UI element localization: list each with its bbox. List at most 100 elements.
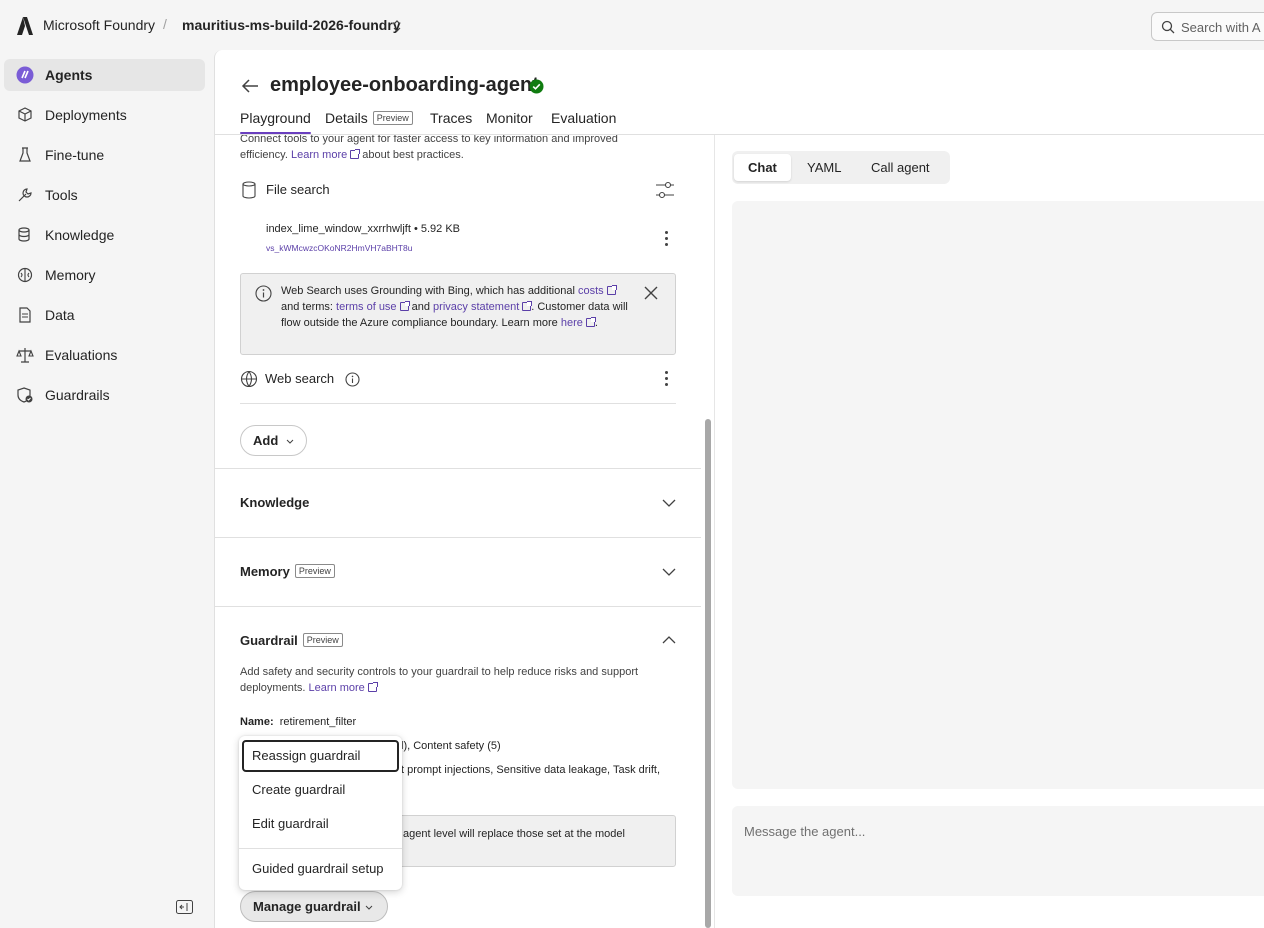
foundry-logo-icon — [17, 17, 33, 35]
close-icon[interactable] — [644, 286, 658, 300]
learn-more-link[interactable]: Learn more — [309, 682, 365, 694]
web-search-title: Web search — [265, 371, 335, 386]
search-icon — [1161, 20, 1175, 34]
preview-badge: Preview — [372, 111, 413, 125]
sidebar-item-label: Guardrails — [45, 387, 110, 403]
file-name: index_lime_window_xxrrhwljft • 5.92 KB — [266, 223, 460, 235]
tab-evaluation[interactable]: Evaluation — [551, 110, 616, 126]
scrollbar-thumb[interactable] — [705, 419, 711, 928]
sidebar-item-fine-tune[interactable]: Fine-tune — [4, 139, 205, 171]
menu-item-create-guardrail[interactable]: Create guardrail — [242, 774, 399, 806]
message-input[interactable]: Message the agent... — [732, 806, 1264, 896]
tab-playground[interactable]: Playground — [240, 110, 311, 134]
preview-badge: Preview — [294, 564, 335, 578]
guardrail-section-title[interactable]: Guardrail Preview — [240, 633, 343, 648]
sidebar-item-evaluations[interactable]: Evaluations — [4, 339, 205, 371]
menu-divider — [239, 848, 402, 849]
chevron-up-icon[interactable] — [662, 635, 676, 644]
file-more-options-icon[interactable] — [663, 231, 669, 247]
globe-icon — [240, 370, 258, 388]
knowledge-section-title[interactable]: Knowledge — [240, 495, 309, 510]
sidebar-item-label: Evaluations — [45, 347, 118, 363]
sidebar-item-data[interactable]: Data — [4, 299, 205, 331]
status-check-icon — [529, 79, 544, 94]
sidebar-item-label: Memory — [45, 267, 96, 283]
file-search-title: File search — [266, 182, 330, 197]
info-icon[interactable] — [345, 372, 360, 387]
project-selector[interactable]: mauritius-ms-build-2026-foundry — [182, 17, 401, 33]
external-link-icon — [585, 317, 596, 327]
sidebar-item-tools[interactable]: Tools — [4, 179, 205, 211]
web-search-more-options-icon[interactable] — [663, 371, 669, 387]
costs-link[interactable]: costs — [578, 285, 604, 297]
flask-icon — [19, 147, 31, 162]
settings-sliders-icon[interactable] — [655, 181, 675, 199]
sidebar-item-deployments[interactable]: Deployments — [4, 99, 205, 131]
guardrail-risks-summary: t prompt injections, Sensitive data leak… — [401, 764, 661, 776]
database-icon — [18, 227, 30, 242]
mode-call-agent[interactable]: Call agent — [858, 154, 948, 181]
mode-yaml[interactable]: YAML — [794, 154, 854, 181]
tab-traces[interactable]: Traces — [430, 110, 472, 126]
sidebar-item-label: Knowledge — [45, 227, 115, 243]
chevron-down-icon — [365, 905, 373, 910]
manage-guardrail-menu: Reassign guardrail Create guardrail Edit… — [239, 736, 402, 890]
sidebar-item-label: Deployments — [45, 107, 127, 123]
memory-section-title[interactable]: Memory Preview — [240, 564, 335, 579]
page-title: employee-onboarding-agent — [270, 74, 539, 96]
divider — [240, 403, 676, 404]
sidebar-item-guardrails[interactable]: Guardrails — [4, 379, 205, 411]
tab-monitor[interactable]: Monitor — [486, 110, 533, 126]
mode-chat[interactable]: Chat — [734, 154, 791, 181]
external-link-icon — [522, 301, 533, 311]
web-search-notice: Web Search uses Grounding with Bing, whi… — [240, 273, 676, 355]
learn-more-link[interactable]: Learn more — [291, 149, 347, 161]
vector-store-id-link[interactable]: vs_kWMcwzcOKoNR2HmVH7aBHT8u — [266, 243, 412, 253]
document-icon — [19, 307, 31, 323]
notice-text: agent level will replace those set at th… — [403, 828, 625, 840]
agents-icon — [16, 66, 34, 84]
sidebar-item-memory[interactable]: Memory — [4, 259, 205, 291]
add-tool-button[interactable]: Add — [240, 425, 307, 456]
collapse-sidebar-icon[interactable] — [176, 900, 193, 914]
sidebar-item-label: Fine-tune — [45, 147, 105, 163]
search-input[interactable]: Search with A — [1151, 12, 1264, 41]
back-arrow-icon[interactable] — [241, 78, 259, 94]
info-icon — [255, 285, 272, 302]
shield-icon — [17, 387, 33, 403]
sidebar-item-label: Data — [45, 307, 75, 323]
breadcrumb-separator: / — [163, 16, 167, 32]
wrench-icon — [18, 188, 32, 202]
external-link-icon — [606, 285, 617, 295]
preview-badge: Preview — [302, 633, 343, 647]
sidebar-item-agents[interactable]: Agents — [4, 59, 205, 91]
external-link-icon — [399, 301, 410, 311]
menu-item-reassign-guardrail[interactable]: Reassign guardrail — [242, 740, 399, 772]
menu-item-edit-guardrail[interactable]: Edit guardrail — [242, 808, 399, 840]
top-bar: Microsoft Foundry / mauritius-ms-build-2… — [0, 0, 1264, 50]
chevron-up-down-icon[interactable] — [392, 19, 402, 33]
chevron-down-icon[interactable] — [662, 499, 676, 508]
sidebar: Agents Deployments Fine-tune Tools Knowl… — [0, 50, 213, 928]
search-placeholder: Search with A — [1181, 20, 1261, 35]
deployments-icon — [18, 107, 32, 122]
manage-guardrail-button[interactable]: Manage guardrail — [240, 891, 388, 922]
divider — [215, 606, 701, 607]
privacy-statement-link[interactable]: privacy statement — [433, 301, 519, 313]
terms-of-use-link[interactable]: terms of use — [336, 301, 397, 313]
menu-item-guided-guardrail-setup[interactable]: Guided guardrail setup — [242, 853, 399, 885]
notice-text: Web Search uses Grounding with Bing, whi… — [281, 285, 628, 329]
here-link[interactable]: here — [561, 317, 583, 329]
external-link-icon — [367, 682, 378, 692]
guardrail-name: Name: retirement_filter — [240, 716, 357, 728]
brain-icon — [17, 267, 33, 283]
brand-name[interactable]: Microsoft Foundry — [43, 17, 155, 33]
sidebar-item-knowledge[interactable]: Knowledge — [4, 219, 205, 251]
chevron-down-icon[interactable] — [662, 568, 676, 577]
scale-icon — [16, 348, 34, 363]
tab-details[interactable]: Details Preview — [325, 110, 413, 126]
message-placeholder: Message the agent... — [744, 824, 866, 839]
external-link-icon — [350, 149, 361, 159]
file-search-icon — [242, 181, 256, 199]
chat-mode-switcher: Chat YAML Call agent — [732, 151, 950, 184]
